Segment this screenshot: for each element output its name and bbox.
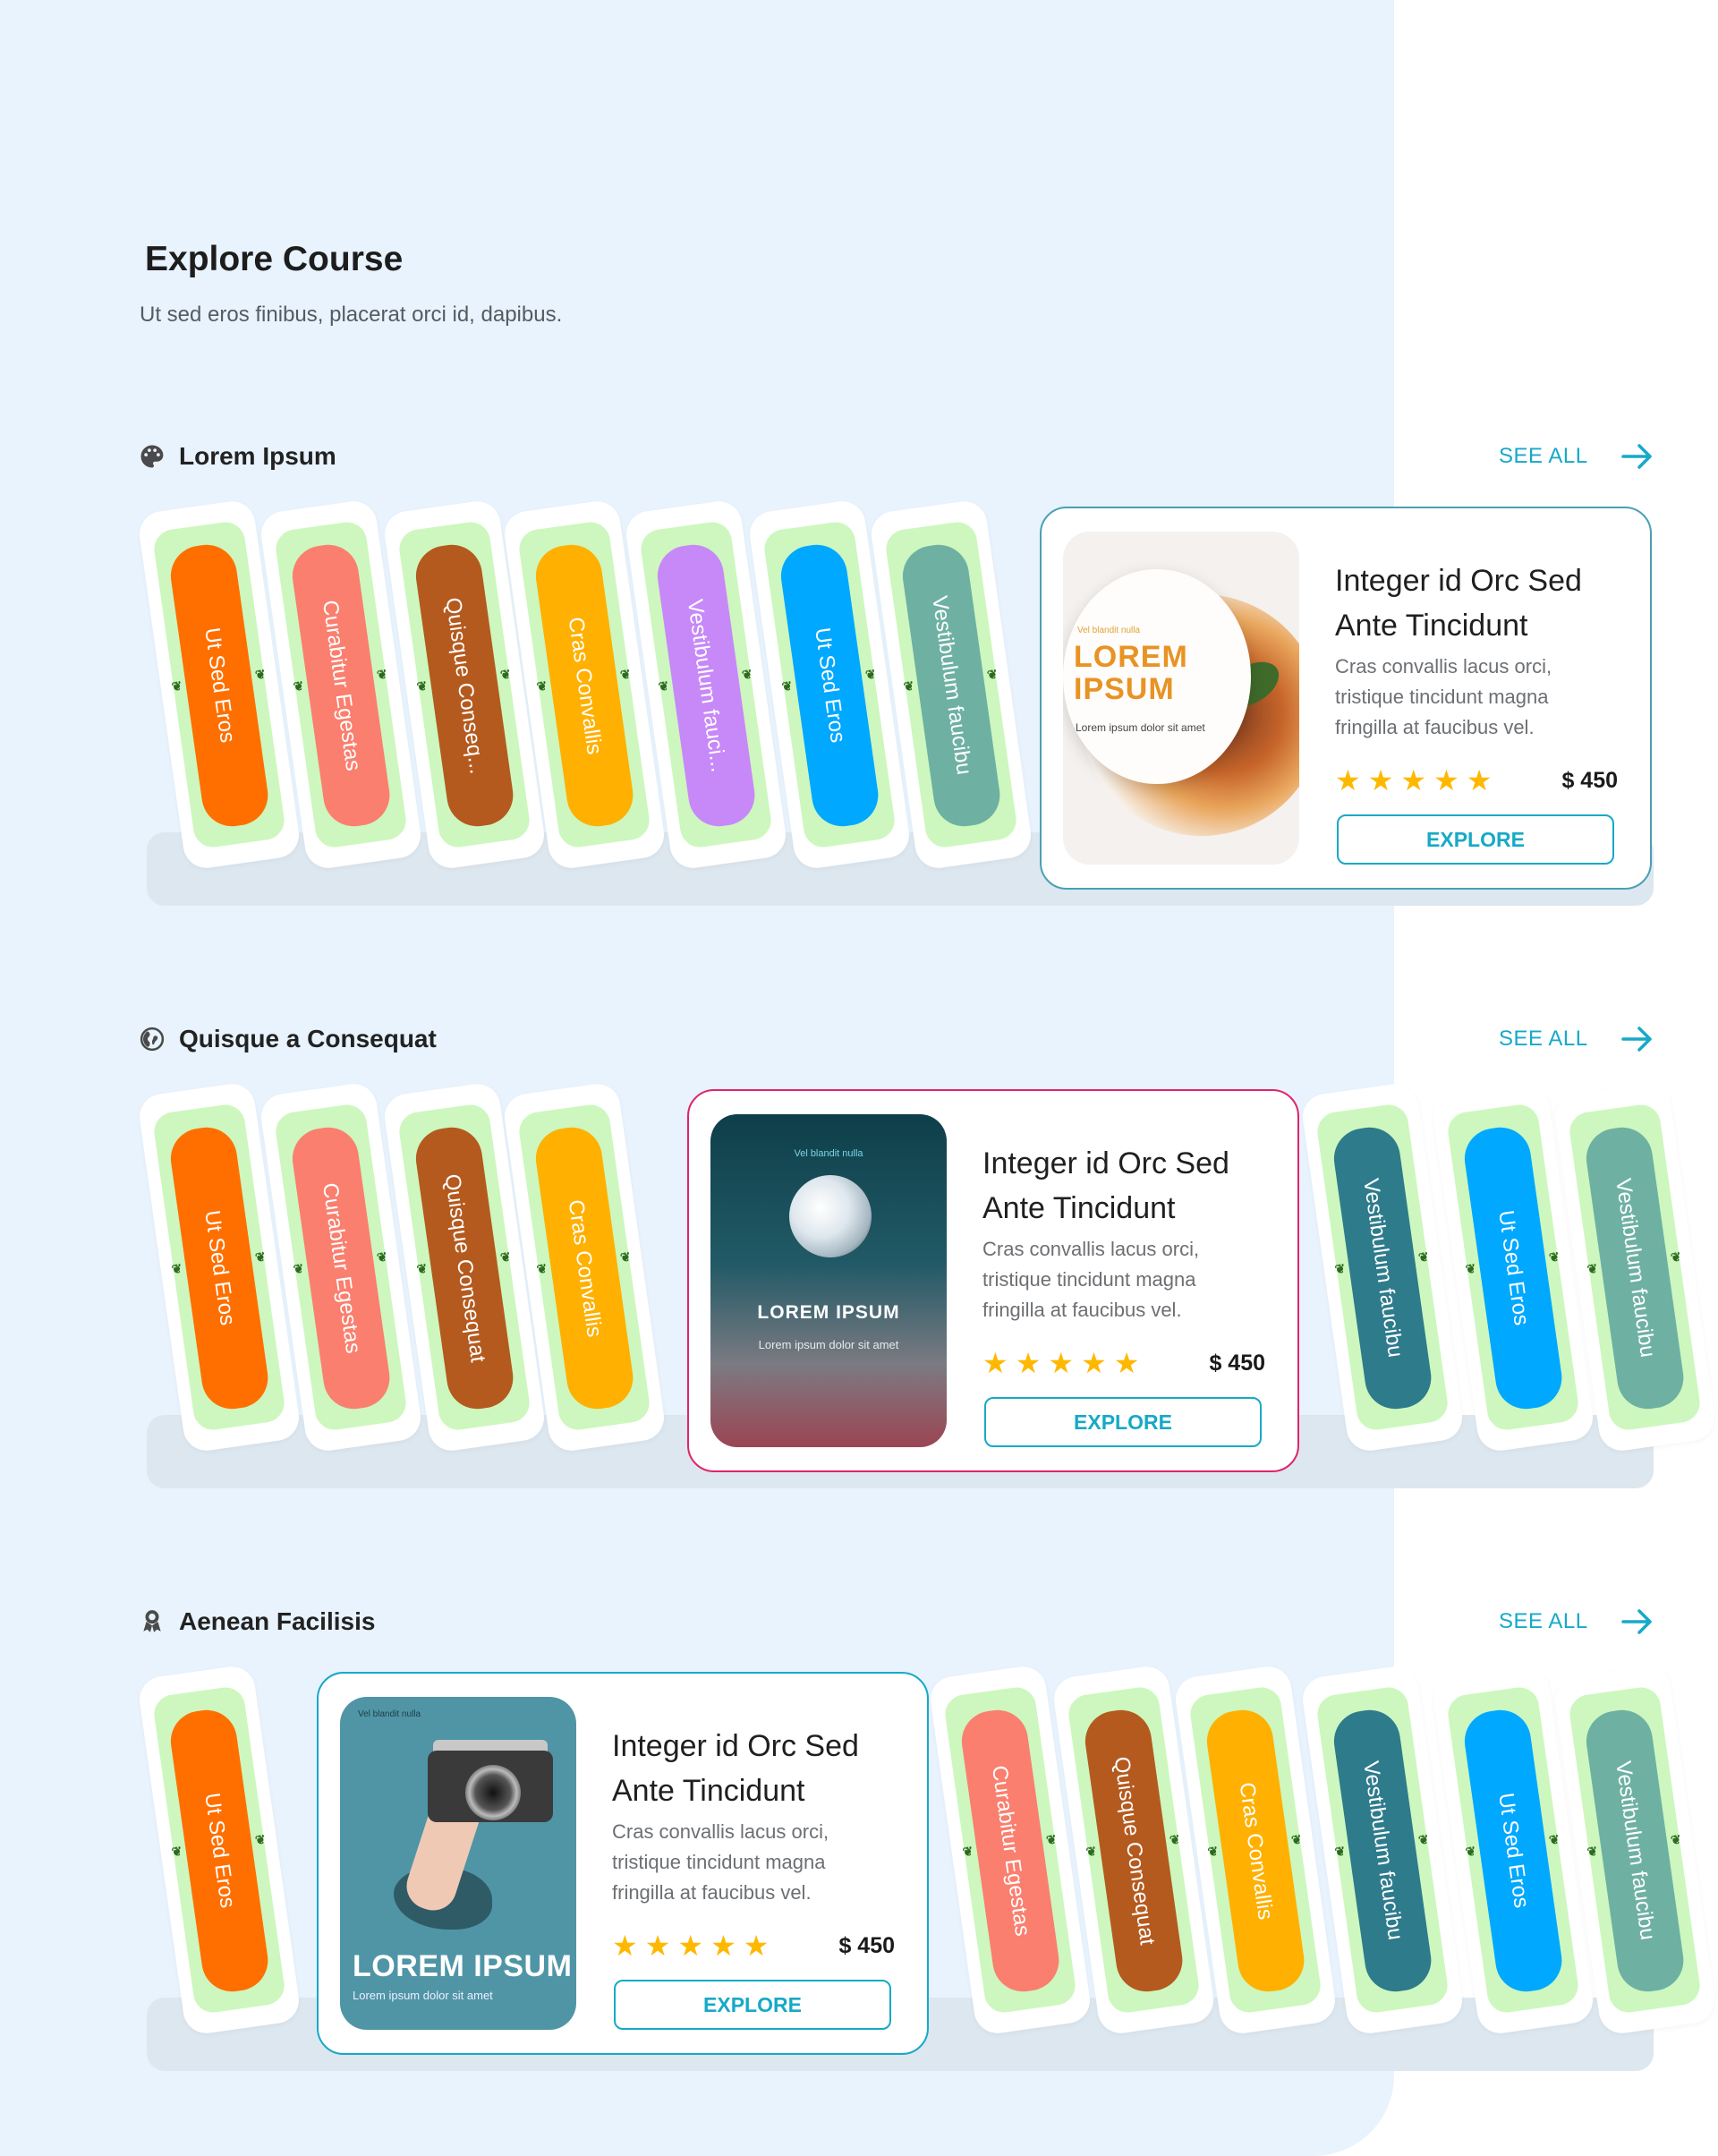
course-thumbnail: Vel blandit nulla LOREM IPSUM Lorem ipsu… [710,1114,947,1447]
book-label: Cras Convallis [563,1197,607,1339]
explore-button[interactable]: EXPLORE [984,1397,1262,1447]
book-label: Vestibulum faucibu [1358,1177,1408,1359]
book-label: Curabitur Egestas [317,1180,366,1355]
section-title: Aenean Facilisis [179,1607,376,1635]
course-title: Integer id Orc Sed Ante Tincidunt [612,1729,859,1808]
books-row: ❦ ❦ Ut Sed Eros Vel blandit nulla LOREM IP… [0,1657,1718,2055]
moon-icon [789,1175,872,1257]
see-all-link[interactable]: SEE ALL [1499,439,1588,474]
page-title: Explore Course [145,240,404,278]
book-label: Quisque Consequat [1109,1754,1160,1947]
arrow-right-icon[interactable] [1621,1021,1654,1057]
star-icon: ★ [1081,1347,1107,1379]
section-aenean-facilisis: Aenean Facilisis SEE ALL ❦ ❦ Ut Sed Eros V… [0,1604,1718,2105]
see-all-link[interactable]: SEE ALL [1499,1021,1588,1057]
star-icon: ★ [982,1347,1008,1379]
course-description: Cras convallis lacus orci, tristique tin… [612,1820,829,1904]
star-icon: ★ [612,1930,638,1962]
rating-stars: ★ ★ ★ ★ ★ [1335,764,1492,797]
course-thumbnail: Vel blandit nulla LOREM IPSUM Lorem ipsu… [340,1697,576,2030]
book-label: Ut Sed Eros [200,1208,241,1327]
course-card[interactable]: Vel blandit nulla LOREM IPSUM Lorem ipsu… [317,1672,929,2055]
book-label: Quisque Conseq... [440,595,489,776]
star-icon: ★ [1466,764,1493,797]
star-icon: ★ [710,1930,736,1962]
book-label: Cras Convallis [1234,1780,1278,1922]
book-label: Ut Sed Eros [1493,1208,1535,1327]
arrow-right-icon[interactable] [1621,439,1654,474]
see-all-link[interactable]: SEE ALL [1499,1604,1588,1640]
book-label: Ut Sed Eros [200,1791,241,1910]
book-spine[interactable]: ❦ ❦ Ut Sed Eros [136,1663,302,2037]
course-description: Cras convallis lacus orci, tristique tin… [1335,655,1552,738]
star-icon: ★ [1113,1347,1140,1379]
course-price: $ 450 [1209,1351,1265,1376]
section-header: Aenean Facilisis [138,1604,375,1640]
star-icon: ★ [1335,764,1361,797]
book-label: Curabitur Egestas [317,598,366,772]
course-card[interactable]: Vel blandit nulla LOREM IPSUM Lorem ipsu… [1040,507,1652,890]
book-label: Curabitur Egestas [986,1763,1035,1938]
books-row: ❦ ❦ Ut Sed Eros ❦ ❦ Curabitur Egestas ❦ ❦ Quis… [0,492,1718,890]
section-title: Quisque a Consequat [179,1025,437,1052]
book-label: Vestibulum faucibu [927,594,977,777]
explore-button[interactable]: EXPLORE [614,1980,891,2030]
rating-stars: ★ ★ ★ ★ ★ [612,1930,769,1962]
course-title: Integer id Orc Sed Ante Tincidunt [1335,564,1582,643]
star-icon: ★ [677,1930,704,1962]
star-icon: ★ [644,1930,671,1962]
palette-icon [138,442,166,471]
section-header: Lorem Ipsum [138,439,336,474]
book-label: Vestibulum faucibu [1611,1760,1661,1942]
section-lorem-ipsum: Lorem Ipsum SEE ALL ❦ ❦ Ut Sed Eros ❦ ❦ Cura… [0,439,1718,940]
course-price: $ 450 [1561,768,1618,793]
books-row: ❦ ❦ Ut Sed Eros ❦ ❦ Curabitur Egestas ❦ ❦ Quis… [0,1075,1718,1472]
course-title: Integer id Orc Sed Ante Tincidunt [982,1146,1229,1225]
star-icon: ★ [1048,1347,1075,1379]
arrow-right-icon[interactable] [1621,1604,1654,1640]
award-icon [138,1607,166,1636]
star-icon: ★ [1015,1347,1042,1379]
book-label: Vestibulum faucibu [1358,1760,1408,1942]
star-icon: ★ [1400,764,1427,797]
star-icon: ★ [1433,764,1459,797]
book-label: Vestibulum fauci... [682,597,731,774]
book-label: Vestibulum faucibu [1611,1177,1661,1359]
page-subtitle: Ut sed eros finibus, placerat orci id, d… [140,303,563,327]
explore-button[interactable]: EXPLORE [1337,814,1614,865]
star-icon: ★ [743,1930,770,1962]
rating-stars: ★ ★ ★ ★ ★ [982,1347,1139,1379]
section-quisque-a-consequat: Quisque a Consequat SEE ALL ❦ ❦ Ut Sed Ero… [0,1021,1718,1522]
section-header: Quisque a Consequat [138,1021,437,1057]
course-thumbnail: Vel blandit nulla LOREM IPSUM Lorem ipsu… [1063,532,1299,865]
course-card[interactable]: Vel blandit nulla LOREM IPSUM Lorem ipsu… [687,1089,1299,1472]
course-price: $ 450 [838,1933,895,1958]
course-description: Cras convallis lacus orci, tristique tin… [982,1238,1200,1321]
book-label: Quisque Consequat [439,1172,490,1364]
globe-icon [138,1025,166,1053]
star-icon: ★ [1367,764,1394,797]
book-label: Ut Sed Eros [200,626,241,745]
book-label: Ut Sed Eros [810,626,851,745]
book-label: Ut Sed Eros [1493,1791,1535,1910]
section-title: Lorem Ipsum [179,442,336,470]
book-label: Cras Convallis [563,615,607,756]
